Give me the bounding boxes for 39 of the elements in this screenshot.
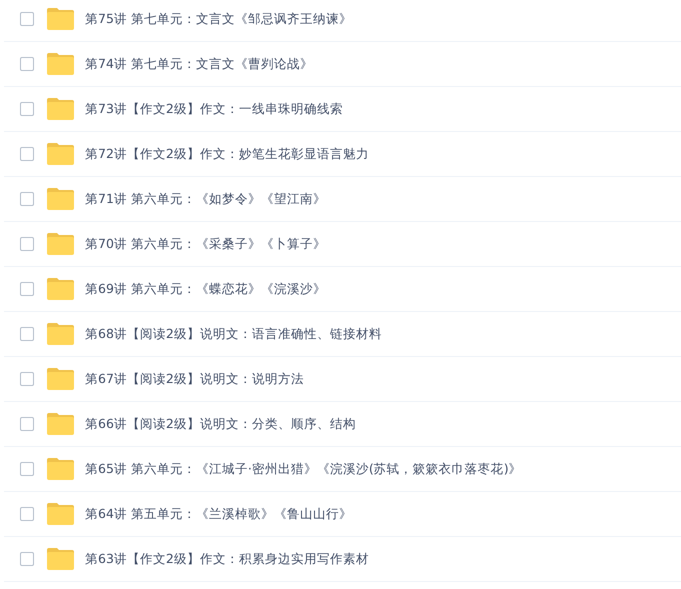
checkbox[interactable] [20, 327, 34, 341]
folder-icon [47, 98, 74, 120]
folder-name[interactable]: 第70讲 第六单元：《采桑子》《卜算子》 [85, 234, 326, 254]
folder-icon [47, 188, 74, 210]
checkbox[interactable] [20, 282, 34, 296]
folder-name[interactable]: 第68讲【阅读2级】说明文：语言准确性、链接材料 [85, 324, 382, 344]
checkbox[interactable] [20, 57, 34, 71]
checkbox[interactable] [20, 102, 34, 116]
folder-icon [47, 278, 74, 300]
folder-name[interactable]: 第67讲【阅读2级】说明文：说明方法 [85, 370, 304, 388]
folder-name[interactable]: 第72讲【作文2级】作文：妙笔生花彰显语言魅力 [85, 144, 369, 164]
checkbox[interactable] [20, 417, 34, 431]
checkbox[interactable] [20, 147, 34, 161]
checkbox[interactable] [20, 237, 34, 251]
folder-name[interactable]: 第64讲 第五单元：《兰溪棹歌》《鲁山山行》 [85, 504, 352, 524]
folder-icon [47, 143, 74, 165]
folder-name[interactable]: 第73讲【作文2级】作文：一线串珠明确线索 [85, 100, 343, 118]
folder-name[interactable]: 第75讲 第七单元：文言文《邹忌讽齐王纳谏》 [85, 10, 352, 28]
checkbox[interactable] [20, 12, 34, 26]
folder-icon [47, 368, 74, 390]
folder-icon [47, 413, 74, 435]
folder-icon [47, 458, 74, 480]
folder-icon [47, 8, 74, 30]
checkbox[interactable] [20, 372, 34, 386]
checkbox[interactable] [20, 462, 34, 476]
folder-icon [47, 503, 74, 525]
folder-name[interactable]: 第66讲【阅读2级】说明文：分类、顺序、结构 [85, 414, 356, 434]
folder-icon [47, 323, 74, 345]
folder-icon [47, 53, 74, 75]
folder-icon [47, 233, 74, 255]
folder-name[interactable]: 第63讲【作文2级】作文：积累身边实用写作素材 [85, 550, 369, 568]
folder-name[interactable]: 第69讲 第六单元：《蝶恋花》《浣溪沙》 [85, 280, 326, 298]
folder-name[interactable]: 第65讲 第六单元：《江城子·密州出猎》《浣溪沙(苏轼，簌簌衣巾落枣花)》 [85, 460, 522, 478]
checkbox[interactable] [20, 552, 34, 566]
checkbox[interactable] [20, 192, 34, 206]
checkbox[interactable] [20, 507, 34, 521]
folder-name[interactable]: 第71讲 第六单元：《如梦令》《望江南》 [85, 190, 326, 208]
folder-icon [47, 548, 74, 570]
folder-name[interactable]: 第74讲 第七单元：文言文《曹刿论战》 [85, 54, 313, 74]
